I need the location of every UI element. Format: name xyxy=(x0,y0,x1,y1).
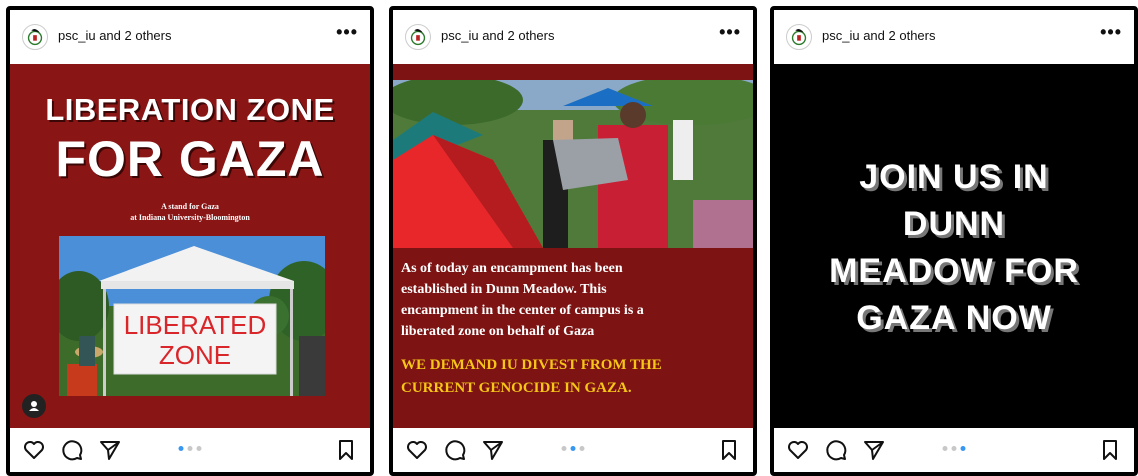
carousel-indicator xyxy=(561,446,585,451)
post-header: psc_iu and 2 others ••• xyxy=(393,10,753,62)
coauthors-text[interactable]: and 2 others xyxy=(482,28,554,43)
carousel-dot xyxy=(178,446,184,451)
post-media: JOIN US IN DUNN MEADOW FOR GAZA NOW xyxy=(774,64,1134,432)
comment-icon[interactable] xyxy=(60,438,84,462)
comment-icon[interactable] xyxy=(824,438,848,462)
bookmark-icon[interactable] xyxy=(717,438,741,462)
carousel-dot xyxy=(561,446,567,451)
carousel-indicator xyxy=(942,446,966,451)
heart-icon[interactable] xyxy=(786,438,810,462)
more-options-icon[interactable]: ••• xyxy=(719,22,741,43)
carousel-dot xyxy=(196,446,202,451)
encampment-photo xyxy=(393,80,753,248)
heart-icon[interactable] xyxy=(22,438,46,462)
encampment-photo: LIBERATED ZONE xyxy=(59,236,325,396)
heart-icon[interactable] xyxy=(405,438,429,462)
send-icon[interactable] xyxy=(481,438,505,462)
post-card-3: psc_iu and 2 others ••• JOIN US IN DUNN … xyxy=(770,6,1138,476)
post-card-2: psc_iu and 2 others ••• As of today an e… xyxy=(389,6,757,476)
carousel-dot xyxy=(960,446,966,451)
action-bar xyxy=(10,428,370,472)
post-subtitle-line1: A stand for Gaza xyxy=(161,202,219,211)
post-card-1: psc_iu and 2 others ••• LIBERATION ZONE … xyxy=(6,6,374,476)
send-icon[interactable] xyxy=(862,438,886,462)
post-username[interactable]: psc_iu and 2 others xyxy=(822,28,935,43)
post-subtitle-line2: at Indiana University-Bloomington xyxy=(130,213,250,222)
coauthors-text[interactable]: and 2 others xyxy=(99,28,171,43)
post-title-line2: FOR GAZA xyxy=(55,131,325,187)
send-icon[interactable] xyxy=(98,438,122,462)
avatar[interactable] xyxy=(405,24,431,50)
post-title-line1: LIBERATION ZONE xyxy=(45,92,335,127)
comment-icon[interactable] xyxy=(443,438,467,462)
post-header: psc_iu and 2 others ••• xyxy=(774,10,1134,62)
banner-text-line2: ZONE xyxy=(159,340,231,370)
banner-text-line1: LIBERATED xyxy=(124,310,267,340)
more-options-icon[interactable]: ••• xyxy=(1100,22,1122,43)
post-media: LIBERATION ZONE FOR GAZA A stand for Gaz… xyxy=(10,64,370,432)
post-demand-text: WE DEMAND IU DIVEST FROM THE CURRENT GEN… xyxy=(401,357,662,396)
post-media: As of today an encampment has been estab… xyxy=(393,64,753,432)
avatar[interactable] xyxy=(22,24,48,50)
bookmark-icon[interactable] xyxy=(334,438,358,462)
post-callout-text: JOIN US IN DUNN MEADOW FOR GAZA NOW xyxy=(829,158,1079,337)
carousel-dot xyxy=(951,446,957,451)
carousel-dot xyxy=(187,446,193,451)
more-options-icon[interactable]: ••• xyxy=(336,22,358,43)
coauthors-text[interactable]: and 2 others xyxy=(863,28,935,43)
carousel-dot xyxy=(942,446,948,451)
post-header: psc_iu and 2 others ••• xyxy=(10,10,370,62)
bookmark-icon[interactable] xyxy=(1098,438,1122,462)
action-bar xyxy=(774,428,1134,472)
post-username[interactable]: psc_iu and 2 others xyxy=(441,28,554,43)
carousel-dot xyxy=(579,446,585,451)
carousel-dot xyxy=(570,446,576,451)
user-tag-icon[interactable] xyxy=(22,394,46,418)
post-body-text: As of today an encampment has been estab… xyxy=(401,261,644,339)
carousel-indicator xyxy=(178,446,202,451)
post-username[interactable]: psc_iu and 2 others xyxy=(58,28,171,43)
avatar[interactable] xyxy=(786,24,812,50)
action-bar xyxy=(393,428,753,472)
